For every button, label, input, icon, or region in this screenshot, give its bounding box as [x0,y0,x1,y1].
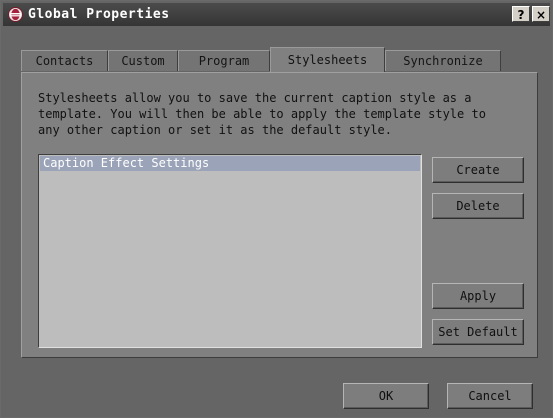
apply-button[interactable]: Apply [432,283,524,309]
create-button[interactable]: Create [432,157,524,183]
app-icon [8,7,23,22]
tab-program[interactable]: Program [178,50,270,71]
window-title: Global Properties [28,7,170,22]
ok-button[interactable]: OK [343,383,429,409]
close-button[interactable]: × [532,6,550,22]
tab-synchronize[interactable]: Synchronize [385,50,501,71]
tab-custom[interactable]: Custom [108,50,178,71]
global-properties-dialog: Global Properties ? × Contacts Custom Pr… [0,0,553,418]
stylesheets-panel: Stylesheets allow you to save the curren… [21,72,538,358]
title-bar[interactable]: Global Properties ? × [3,3,550,26]
delete-button[interactable]: Delete [432,193,524,219]
cancel-button[interactable]: Cancel [447,383,533,409]
set-default-button[interactable]: Set Default [432,319,524,345]
list-item[interactable]: Caption Effect Settings [40,156,420,171]
tab-stylesheets[interactable]: Stylesheets [270,47,385,72]
stylesheet-list[interactable]: Caption Effect Settings [38,154,422,348]
close-icon: × [535,8,547,22]
stylesheets-description: Stylesheets allow you to save the curren… [38,91,486,137]
help-button[interactable]: ? [512,6,530,22]
tab-contacts[interactable]: Contacts [21,50,108,71]
